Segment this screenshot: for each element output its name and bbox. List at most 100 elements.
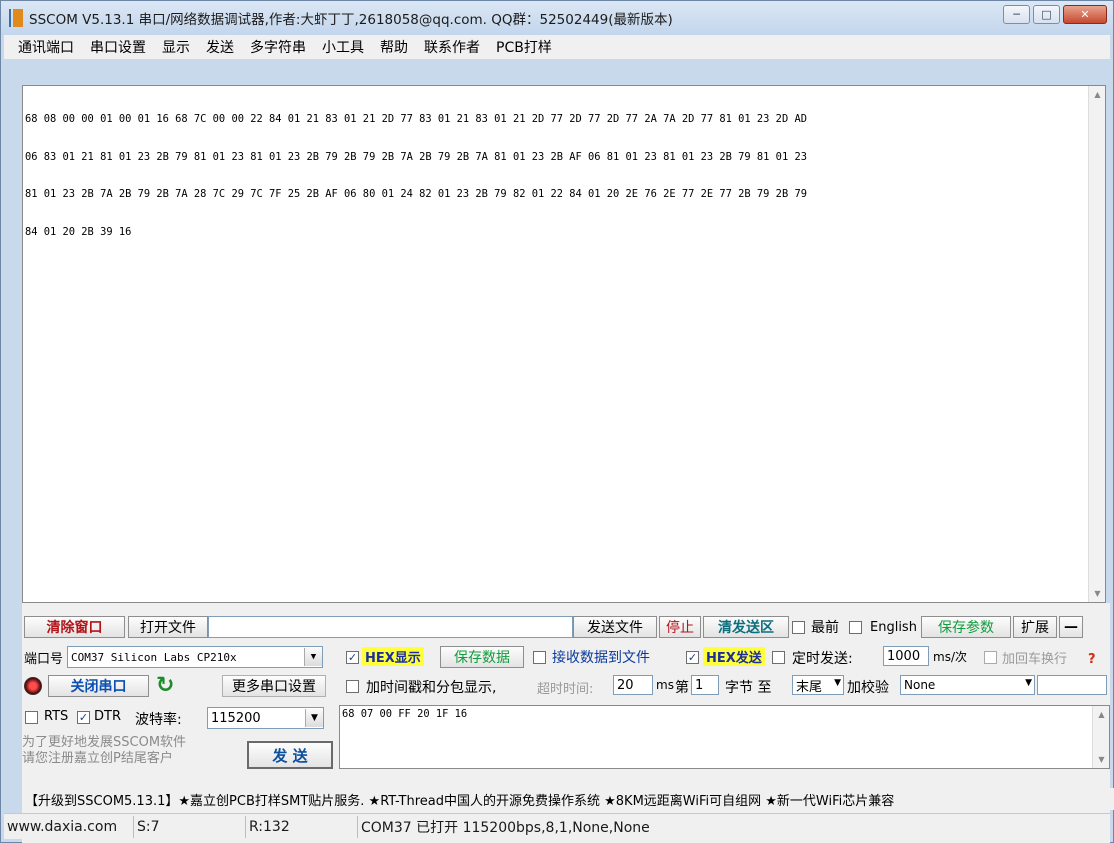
promo-line: 请您注册嘉立创P结尾客户 bbox=[22, 751, 173, 766]
app-window: SSCOM V5.13.1 串口/网络数据调试器,作者:大虾丁丁,2618058… bbox=[0, 0, 1114, 843]
hex-display-checkbox[interactable]: ✓ bbox=[346, 651, 359, 664]
menu-tools[interactable]: 小工具 bbox=[314, 37, 372, 57]
receive-line: 84 01 20 2B 39 16 bbox=[25, 225, 132, 238]
send-scrollbar[interactable]: ▲ ▼ bbox=[1092, 706, 1109, 768]
more-settings-button[interactable]: 更多串口设置 bbox=[222, 675, 326, 697]
topmost-label: 最前 bbox=[811, 620, 839, 636]
send-text: 68 07 00 FF 20 1F 16 bbox=[342, 708, 468, 720]
baud-select[interactable]: 115200 ▼ bbox=[207, 707, 324, 729]
hex-send-checkbox[interactable]: ✓ bbox=[686, 651, 699, 664]
port-label: 端口号 bbox=[24, 652, 64, 667]
menu-help[interactable]: 帮助 bbox=[372, 37, 416, 57]
timed-send-checkbox[interactable] bbox=[772, 651, 785, 664]
english-label: English bbox=[870, 619, 917, 635]
receive-line: 81 01 23 2B 7A 2B 79 2B 7A 28 7C 29 7C 7… bbox=[25, 188, 807, 200]
checksum-label: 加校验 bbox=[847, 680, 889, 696]
status-received-count: R:132 bbox=[246, 815, 358, 838]
chevron-down-icon[interactable]: ▼ bbox=[304, 648, 322, 666]
file-path-input[interactable] bbox=[208, 616, 573, 638]
save-data-button[interactable]: 保存数据 bbox=[440, 646, 524, 668]
receive-area[interactable]: 68 08 00 00 01 00 01 16 68 7C 00 00 22 8… bbox=[22, 85, 1106, 603]
port-select[interactable]: COM37 Silicon Labs CP210x ▼ bbox=[67, 646, 323, 668]
maximize-button[interactable]: □ bbox=[1033, 5, 1060, 24]
open-file-button[interactable]: 打开文件 bbox=[128, 616, 208, 638]
clear-send-button[interactable]: 清发送区 bbox=[703, 616, 789, 638]
byte-end-value: 末尾 bbox=[796, 679, 823, 695]
topmost-checkbox[interactable] bbox=[792, 620, 805, 634]
save-params-button[interactable]: 保存参数 bbox=[920, 616, 1011, 638]
byte-start-input[interactable]: 1 bbox=[691, 675, 719, 695]
timed-unit: ms/次 bbox=[933, 650, 967, 664]
menu-send[interactable]: 发送 bbox=[198, 37, 242, 57]
receive-scrollbar[interactable]: ▲ ▼ bbox=[1088, 86, 1105, 602]
collapse-button[interactable]: — bbox=[1058, 616, 1083, 638]
timed-send-label: 定时发送: bbox=[792, 651, 853, 667]
recv-to-file-label: 接收数据到文件 bbox=[552, 650, 650, 666]
menu-multi-string[interactable]: 多字符串 bbox=[242, 37, 314, 57]
byte-prefix: 第 bbox=[675, 680, 689, 696]
baud-select-value: 115200 bbox=[211, 710, 261, 726]
byte-range-label: 字节 至 bbox=[725, 680, 772, 696]
timestamp-checkbox[interactable] bbox=[346, 680, 359, 693]
toolbar-row: 清除窗口 打开文件 发送文件 停止 清发送区 最前 English 保存参数 扩… bbox=[22, 615, 1110, 639]
clear-window-button[interactable]: 清除窗口 bbox=[24, 616, 125, 638]
chevron-down-icon[interactable]: ▼ bbox=[305, 709, 323, 727]
checksum-value: None bbox=[904, 678, 936, 692]
append-crlf-label: 加回车换行 bbox=[1002, 652, 1068, 667]
receive-line: 06 83 01 21 81 01 23 2B 79 81 01 23 81 0… bbox=[25, 150, 807, 163]
window-title: SSCOM V5.13.1 串口/网络数据调试器,作者:大虾丁丁,2618058… bbox=[29, 12, 673, 28]
refresh-icon[interactable]: ↻ bbox=[156, 673, 174, 698]
scroll-down-icon[interactable]: ▼ bbox=[1089, 585, 1106, 602]
checksum-select[interactable]: None ▼ bbox=[900, 675, 1035, 695]
hex-send-label: HEX发送 bbox=[703, 647, 765, 666]
close-port-button[interactable]: 关闭串口 bbox=[48, 675, 149, 697]
close-button[interactable]: ✕ bbox=[1063, 5, 1107, 24]
menu-pcb[interactable]: PCB打样 bbox=[488, 37, 560, 57]
menu-comm-port[interactable]: 通讯端口 bbox=[10, 37, 82, 57]
ad-banner[interactable]: 【升级到SSCOM5.13.1】★嘉立创PCB打样SMT贴片服务. ★RT-Th… bbox=[22, 788, 1114, 810]
scroll-up-icon[interactable]: ▲ bbox=[1089, 86, 1106, 103]
promo-line: 为了更好地发展SSCOM软件 bbox=[22, 735, 187, 750]
port-select-value: COM37 Silicon Labs CP210x bbox=[71, 650, 237, 664]
rts-label: RTS bbox=[44, 709, 69, 724]
send-button[interactable]: 发 送 bbox=[247, 741, 333, 769]
app-icon bbox=[9, 9, 23, 27]
send-area[interactable]: 68 07 00 FF 20 1F 16 ▲ ▼ bbox=[339, 705, 1110, 769]
menu-contact[interactable]: 联系作者 bbox=[416, 37, 488, 57]
status-website[interactable]: www.daxia.com bbox=[4, 815, 134, 838]
baud-label: 波特率: bbox=[135, 712, 182, 728]
dtr-checkbox[interactable]: ✓ bbox=[77, 711, 90, 724]
timeout-unit: ms bbox=[656, 678, 674, 692]
expand-button[interactable]: 扩展 bbox=[1012, 616, 1057, 638]
status-bar: www.daxia.com S:7 R:132 COM37 已打开 115200… bbox=[4, 813, 1110, 839]
receive-line: 68 08 00 00 01 00 01 16 68 7C 00 00 22 8… bbox=[25, 113, 807, 125]
rts-checkbox[interactable] bbox=[25, 711, 38, 724]
port-status-icon bbox=[24, 677, 42, 695]
chevron-down-icon[interactable]: ▼ bbox=[834, 678, 841, 688]
timeout-input[interactable]: 20 bbox=[613, 675, 653, 695]
chevron-down-icon[interactable]: ▼ bbox=[1025, 678, 1032, 688]
byte-end-select[interactable]: 末尾 ▼ bbox=[792, 675, 844, 695]
receive-text: 68 08 00 00 01 00 01 16 68 7C 00 00 22 8… bbox=[25, 88, 1085, 263]
english-checkbox[interactable] bbox=[849, 620, 862, 634]
scroll-up-icon[interactable]: ▲ bbox=[1093, 706, 1110, 723]
timestamp-label: 加时间戳和分包显示, bbox=[366, 680, 497, 696]
menu-serial-settings[interactable]: 串口设置 bbox=[82, 37, 154, 57]
send-file-button[interactable]: 发送文件 bbox=[573, 616, 657, 638]
minimize-button[interactable]: ─ bbox=[1003, 5, 1030, 24]
hex-display-label: HEX显示 bbox=[362, 647, 424, 666]
recv-to-file-checkbox[interactable] bbox=[533, 651, 546, 664]
title-bar: SSCOM V5.13.1 串口/网络数据调试器,作者:大虾丁丁,2618058… bbox=[1, 1, 1113, 35]
status-port-state: COM37 已打开 115200bps,8,1,None,None bbox=[361, 819, 650, 836]
scroll-down-icon[interactable]: ▼ bbox=[1093, 751, 1110, 768]
dtr-label: DTR bbox=[94, 709, 121, 724]
menu-display[interactable]: 显示 bbox=[154, 37, 198, 57]
help-question-icon[interactable]: ? bbox=[1088, 652, 1096, 667]
window-controls: ─ □ ✕ bbox=[1003, 5, 1107, 24]
promo-text[interactable]: 为了更好地发展SSCOM软件 请您注册嘉立创P结尾客户 bbox=[22, 735, 186, 767]
append-crlf-checkbox[interactable] bbox=[984, 651, 997, 664]
stop-button[interactable]: 停止 bbox=[659, 616, 701, 638]
checksum-extra-field[interactable] bbox=[1037, 675, 1107, 695]
menu-bar: 通讯端口 串口设置 显示 发送 多字符串 小工具 帮助 联系作者 PCB打样 bbox=[4, 35, 1110, 59]
timed-interval-input[interactable]: 1000 bbox=[883, 646, 929, 666]
